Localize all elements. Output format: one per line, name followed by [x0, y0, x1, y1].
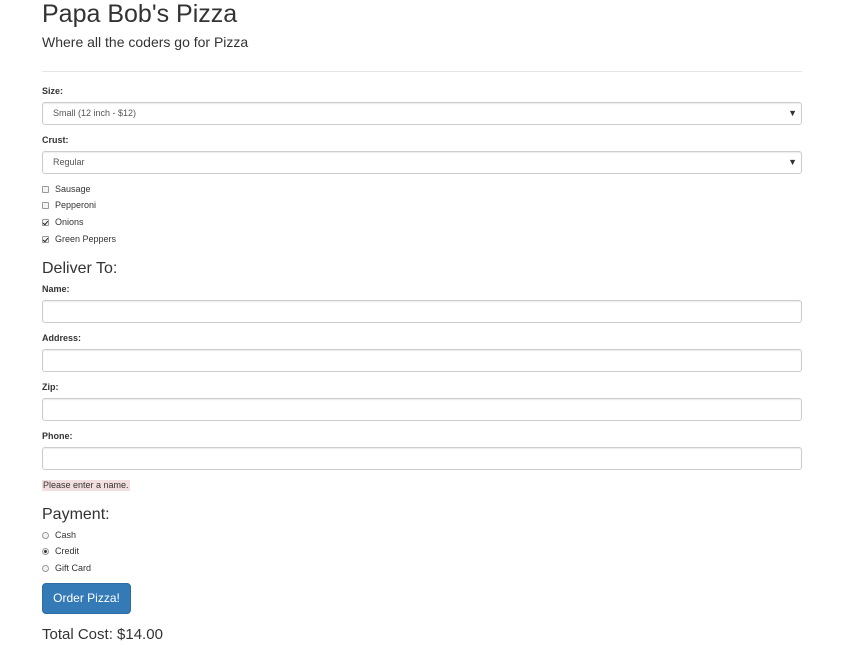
topping-label: Green Peppers — [55, 234, 117, 244]
payment-option-credit[interactable]: Credit — [42, 545, 242, 559]
deliver-to-heading: Deliver To: — [42, 260, 118, 277]
name-input[interactable] — [42, 300, 802, 323]
phone-label: Phone: — [42, 431, 73, 441]
phone-input[interactable] — [42, 447, 802, 470]
name-label: Name: — [42, 284, 70, 294]
address-label: Address: — [42, 333, 82, 343]
size-select-value: Small (12 inch - $12) — [53, 108, 137, 118]
topping-onions[interactable]: Onions — [42, 216, 242, 230]
crust-label: Crust: — [42, 135, 69, 145]
page-subtitle: Where all the coders go for Pizza — [42, 34, 249, 50]
topping-sausage[interactable]: Sausage — [42, 183, 242, 197]
zip-label: Zip: — [42, 382, 59, 392]
validation-message: Please enter a name. — [42, 480, 130, 491]
payment-option-gift-card[interactable]: Gift Card — [42, 562, 242, 576]
address-input[interactable] — [42, 349, 802, 372]
payment-heading: Payment: — [42, 506, 110, 523]
cash-radio[interactable] — [42, 532, 49, 539]
credit-radio[interactable] — [42, 548, 49, 555]
payment-option-label: Credit — [55, 546, 80, 556]
size-label: Size: — [42, 86, 64, 96]
topping-green-peppers[interactable]: Green Peppers — [42, 233, 242, 247]
payment-option-label: Gift Card — [55, 563, 92, 573]
topping-label: Sausage — [55, 184, 91, 194]
header-divider — [42, 71, 802, 72]
zip-input[interactable] — [42, 398, 802, 421]
chevron-down-icon: ▼ — [788, 108, 797, 118]
sausage-checkbox[interactable] — [42, 186, 49, 193]
crust-select-value: Regular — [53, 157, 85, 167]
chevron-down-icon: ▼ — [788, 157, 797, 167]
page-title: Papa Bob's Pizza — [42, 0, 238, 28]
order-pizza-button[interactable]: Order Pizza! — [42, 583, 131, 614]
pepperoni-checkbox[interactable] — [42, 202, 49, 209]
green-peppers-checkbox[interactable] — [42, 236, 49, 243]
gift-card-radio[interactable] — [42, 565, 49, 572]
topping-label: Onions — [55, 217, 84, 227]
onions-checkbox[interactable] — [42, 219, 49, 226]
crust-select[interactable]: Regular ▼ — [42, 151, 802, 174]
topping-label: Pepperoni — [55, 200, 97, 210]
topping-pepperoni[interactable]: Pepperoni — [42, 199, 242, 213]
total-cost: Total Cost: $14.00 — [42, 626, 163, 643]
payment-option-cash[interactable]: Cash — [42, 529, 242, 543]
payment-option-label: Cash — [55, 530, 77, 540]
size-select[interactable]: Small (12 inch - $12) ▼ — [42, 102, 802, 125]
